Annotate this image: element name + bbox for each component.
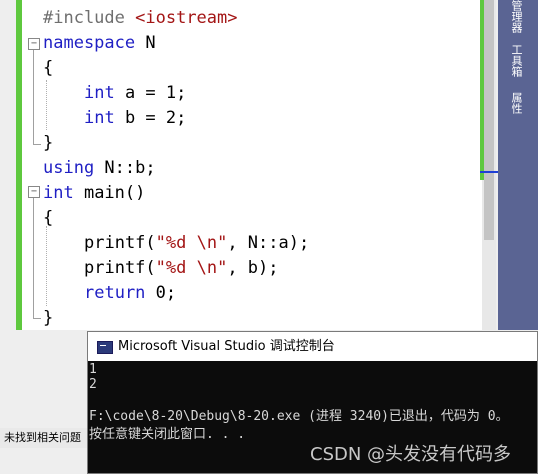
- dock-tab-properties[interactable]: 属性: [504, 92, 524, 114]
- code-line-11[interactable]: printf("%d \n", b);: [84, 256, 279, 280]
- console-line: 1: [89, 362, 97, 377]
- dock-tab-toolbox[interactable]: 工具箱: [504, 44, 524, 77]
- printf-args: , b);: [227, 258, 279, 278]
- scrollbar-change-marker: [480, 0, 484, 180]
- keyword-int: int: [43, 183, 74, 203]
- fold-bracket-end-namespace: [33, 144, 41, 145]
- code-line-1[interactable]: #include <iostream>: [43, 6, 238, 30]
- console-line: F:\code\8-20\Debug\8-20.exe (进程 3240)已退出…: [89, 409, 509, 424]
- keyword-using: using: [43, 158, 95, 178]
- change-tracking-bar: [16, 0, 22, 330]
- namespace-name: N: [135, 33, 156, 53]
- code-line-7[interactable]: using N::b;: [43, 156, 156, 180]
- console-title-bar[interactable]: Microsoft Visual Studio 调试控制台: [88, 332, 537, 361]
- printf-args: , N::a);: [227, 233, 310, 253]
- code-line-12[interactable]: return 0;: [84, 281, 176, 305]
- issues-status[interactable]: 未找到相关问题: [0, 428, 87, 448]
- fold-bracket-end-main: [33, 318, 41, 319]
- main-signature: main(): [73, 183, 146, 203]
- scrollbar-thumb[interactable]: [484, 0, 494, 240]
- fold-toggle-main[interactable]: −: [28, 186, 40, 198]
- fold-bracket-namespace: [33, 50, 34, 144]
- code-line-13[interactable]: }: [43, 306, 53, 330]
- console-app-icon: [97, 341, 113, 354]
- console-line: 2: [89, 377, 97, 392]
- indent-guide: [46, 226, 47, 306]
- brace-close: }: [43, 308, 54, 328]
- keyword-int: int: [84, 108, 115, 128]
- console-line: 按任意键关闭此窗口. . .: [89, 427, 246, 442]
- code-line-10[interactable]: printf("%d \n", N::a);: [84, 231, 309, 255]
- code-line-4[interactable]: int a = 1;: [84, 81, 186, 105]
- keyword-int: int: [84, 83, 115, 103]
- code-line-8[interactable]: int main(): [43, 181, 145, 205]
- format-string: "%d \n": [155, 258, 228, 278]
- code-line-6[interactable]: }: [43, 131, 53, 155]
- keyword-namespace: namespace: [43, 33, 136, 53]
- fold-bracket-main: [33, 198, 34, 318]
- using-target: N::b;: [94, 158, 156, 178]
- keyword-return: return: [84, 283, 146, 303]
- include-directive: #include: [43, 8, 125, 28]
- code-line-2[interactable]: namespace N: [43, 31, 156, 55]
- code-line-3[interactable]: {: [43, 56, 53, 80]
- brace-open: {: [43, 208, 54, 228]
- watermark: CSDN @头发没有代码多: [310, 444, 512, 465]
- brace-open: {: [43, 58, 54, 78]
- format-string: "%d \n": [155, 233, 228, 253]
- fold-toggle-namespace[interactable]: −: [28, 38, 40, 50]
- printf-call: printf(: [84, 233, 156, 253]
- indent-guide: [46, 80, 47, 130]
- declaration-b: b = 2;: [114, 108, 187, 128]
- printf-call: printf(: [84, 258, 156, 278]
- include-target: <iostream>: [135, 8, 238, 28]
- code-line-5[interactable]: int b = 2;: [84, 106, 186, 130]
- code-line-9[interactable]: {: [43, 206, 53, 230]
- dock-tab-solution-explorer[interactable]: 管理器: [504, 0, 524, 33]
- console-title: Microsoft Visual Studio 调试控制台: [118, 339, 335, 354]
- brace-close: }: [43, 133, 54, 153]
- return-value: 0;: [145, 283, 177, 303]
- scrollbar-caret-marker: [480, 171, 498, 173]
- declaration-a: a = 1;: [114, 83, 187, 103]
- editor-margin: [0, 0, 16, 330]
